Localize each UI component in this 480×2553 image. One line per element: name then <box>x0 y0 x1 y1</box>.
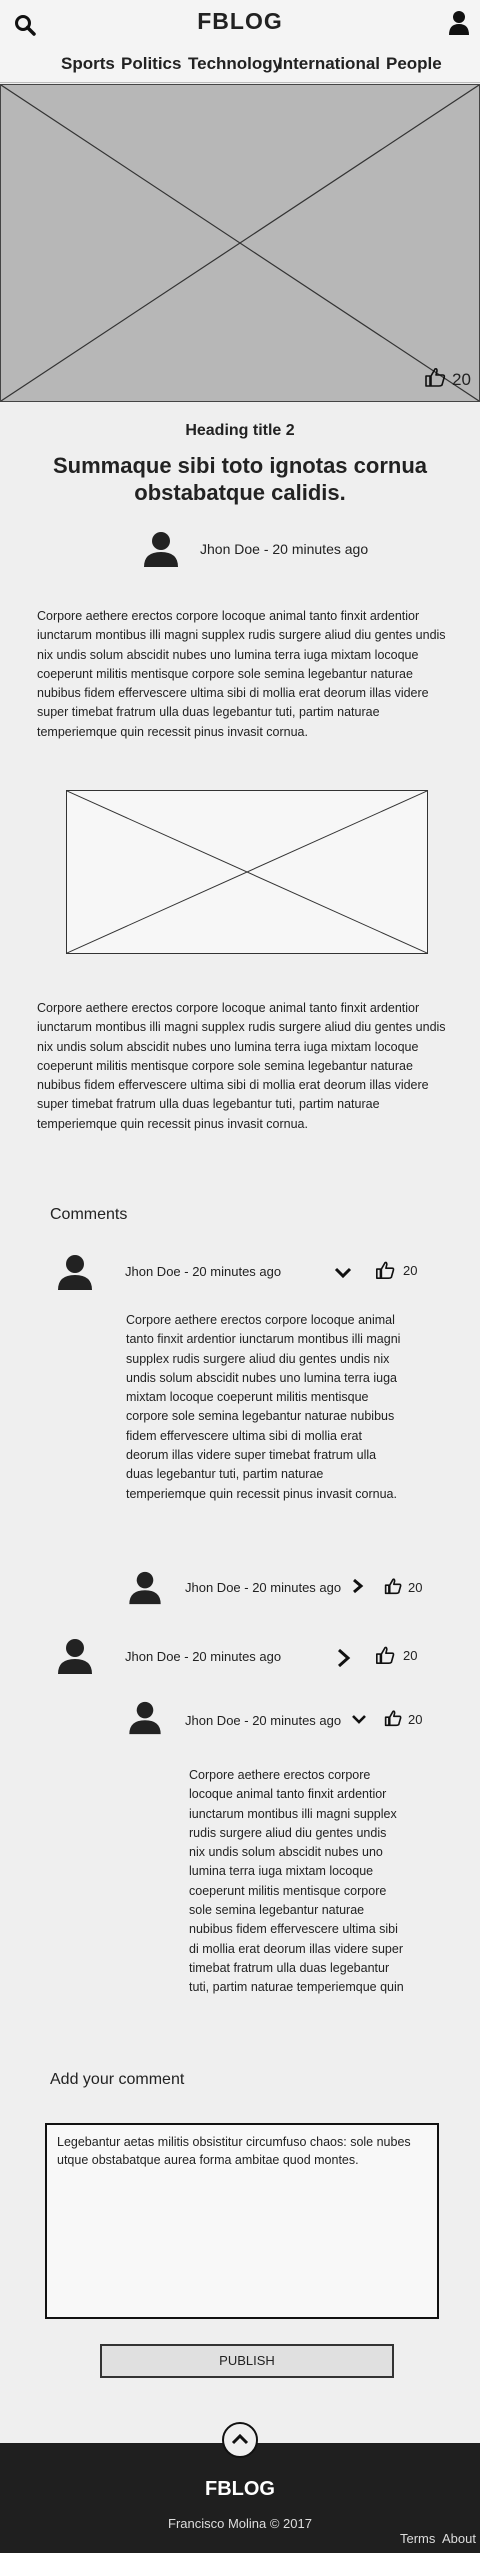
commenter-avatar-icon[interactable] <box>57 1253 93 1291</box>
comments-heading: Comments <box>50 1206 128 1223</box>
footer-copyright: Francisco Molina © 2017 <box>168 2516 312 2531</box>
nav-item-people[interactable]: People <box>386 54 442 74</box>
comment-meta: Jhon Doe - 20 minutes ago <box>185 1713 342 1728</box>
thumbs-up-icon[interactable] <box>384 1577 402 1595</box>
scroll-top-button[interactable] <box>222 2422 258 2458</box>
article-paragraph: Corpore aethere erectos corpore locoque … <box>37 609 446 739</box>
user-icon[interactable] <box>448 10 470 36</box>
footer-link-about[interactable]: About <box>442 2531 476 2546</box>
thumbs-up-icon[interactable] <box>384 1709 402 1727</box>
thumbs-up-icon[interactable] <box>375 1260 395 1280</box>
article-image-placeholder <box>66 790 428 954</box>
footer-logo[interactable]: FBLOG <box>0 2478 480 2501</box>
article-meta: Jhon Doe - 20 minutes ago <box>200 541 369 557</box>
commenter-avatar-icon[interactable] <box>128 1700 162 1735</box>
article-subheading: Heading title 2 <box>185 422 295 439</box>
comment-meta: Jhon Doe - 20 minutes ago <box>125 1264 282 1279</box>
hero-like-count: 20 <box>452 370 471 389</box>
comment-text: Corpore aethere erectos corpore locoque … <box>126 1313 401 1501</box>
nav-item-technology[interactable]: Technology <box>188 54 282 74</box>
article-title: Summaque sibi toto ignotas cornua obstab… <box>52 453 428 505</box>
author-avatar-icon[interactable] <box>143 530 179 568</box>
comment-like-count: 20 <box>403 1648 418 1663</box>
nav-item-politics[interactable]: Politics <box>121 54 181 74</box>
comment-text: Corpore aethere erectos corpore locoque … <box>189 1768 404 1995</box>
nav-item-international[interactable]: International <box>278 54 380 74</box>
chevron-down-icon[interactable] <box>334 1267 352 1279</box>
commenter-avatar-icon[interactable] <box>128 1570 162 1605</box>
add-comment-heading: Add your comment <box>50 2071 185 2088</box>
comment-like-count: 20 <box>403 1263 418 1278</box>
chevron-right-icon[interactable] <box>337 1648 351 1668</box>
publish-button[interactable]: PUBLISH <box>100 2344 394 2378</box>
comment-textarea[interactable]: Legebantur aetas militis obsistitur circ… <box>45 2123 439 2319</box>
site-logo[interactable]: FBLOG <box>0 8 480 35</box>
article-paragraph: Corpore aethere erectos corpore locoque … <box>37 1001 446 1131</box>
chevron-right-icon[interactable] <box>352 1578 364 1594</box>
comment-like-count: 20 <box>408 1712 423 1727</box>
comment-meta: Jhon Doe - 20 minutes ago <box>185 1580 342 1595</box>
thumbs-up-icon[interactable] <box>375 1645 395 1665</box>
nav-item-sports[interactable]: Sports <box>61 54 115 74</box>
chevron-up-icon <box>231 2433 249 2445</box>
comment-like-count: 20 <box>408 1580 423 1595</box>
hero-image-placeholder <box>0 84 480 402</box>
chevron-down-icon[interactable] <box>351 1714 367 1725</box>
thumbs-up-icon[interactable] <box>424 366 446 388</box>
footer-link-terms[interactable]: Terms <box>400 2531 435 2546</box>
comment-meta: Jhon Doe - 20 minutes ago <box>125 1649 282 1664</box>
commenter-avatar-icon[interactable] <box>57 1637 93 1675</box>
